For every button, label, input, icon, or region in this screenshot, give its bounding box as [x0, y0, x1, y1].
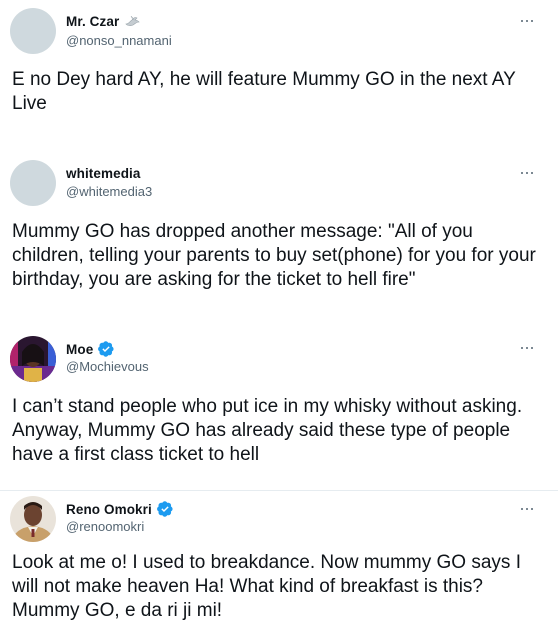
user-handle[interactable]: @whitemedia3 [66, 184, 152, 199]
avatar[interactable] [10, 496, 56, 542]
tweet-text: I can’t stand people who put ice in my w… [12, 396, 523, 465]
display-name[interactable]: Reno Omokri [66, 502, 152, 517]
user-handle[interactable]: @nonso_nnamani [66, 33, 172, 48]
more-options-icon[interactable] [518, 343, 536, 353]
more-options-icon[interactable] [518, 504, 536, 514]
tweet-card[interactable]: Moe @Mochievous I can’t stand people who… [0, 330, 558, 485]
verified-badge-icon [156, 501, 173, 517]
user-handle[interactable]: @Mochievous [66, 359, 149, 374]
display-name[interactable]: whitemedia [66, 166, 141, 181]
profile-photo-icon [10, 496, 56, 542]
profile-photo-icon [10, 336, 56, 382]
tweet-text: Mummy GO has dropped another message: "A… [12, 221, 536, 290]
verified-badge-icon [98, 341, 114, 357]
user-handle[interactable]: @renoomokri [66, 519, 144, 534]
tweet-card[interactable]: Reno Omokri @renoomokri Look at me o! I … [0, 490, 558, 640]
avatar[interactable] [10, 160, 56, 206]
dove-icon [125, 15, 141, 26]
tweet-card[interactable]: whitemedia @whitemedia3 Mummy GO has dro… [0, 150, 558, 325]
more-options-icon[interactable] [518, 168, 536, 178]
more-options-icon[interactable] [518, 16, 536, 26]
tweet-text: Look at me o! I used to breakdance. Now … [12, 552, 521, 621]
tweet-card[interactable]: Mr. Czar @nonso_nnamani E no Dey hard AY… [0, 0, 558, 140]
display-name[interactable]: Moe [66, 342, 93, 357]
display-name[interactable]: Mr. Czar [66, 14, 119, 29]
avatar[interactable] [10, 8, 56, 54]
tweet-text: E no Dey hard AY, he will feature Mummy … [12, 69, 516, 114]
avatar[interactable] [10, 336, 56, 382]
